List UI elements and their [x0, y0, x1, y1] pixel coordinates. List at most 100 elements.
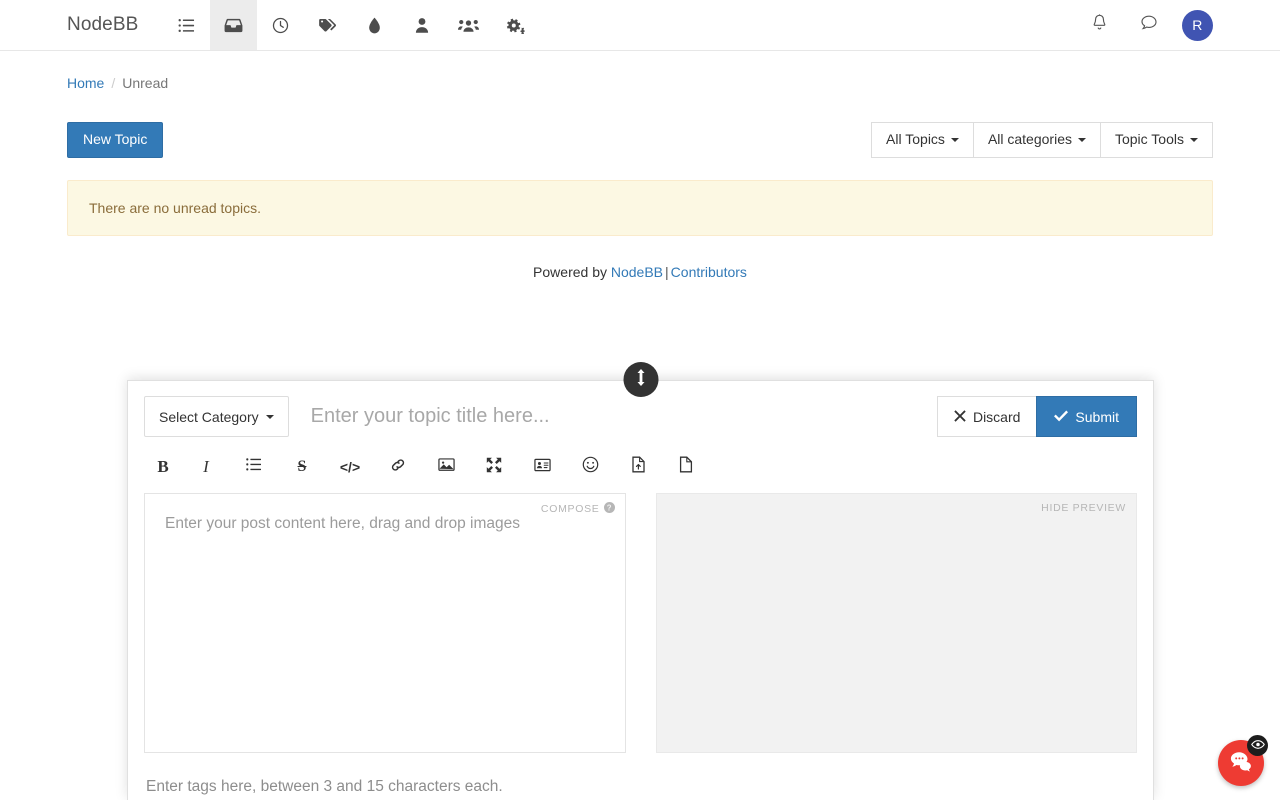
compose-label: COMPOSE	[541, 503, 600, 515]
code-icon: </>	[340, 459, 360, 475]
nav-item-tags[interactable]	[304, 0, 351, 50]
fire-icon	[368, 17, 381, 34]
breadcrumb-separator: /	[111, 75, 115, 91]
smiley-icon	[582, 456, 599, 478]
expand-icon	[486, 457, 502, 478]
comment-icon	[1140, 14, 1158, 37]
nav-item-groups[interactable]	[445, 0, 492, 50]
cogs-icon	[506, 17, 525, 34]
fullscreen-button[interactable]	[470, 453, 518, 481]
footer-powered-by: Powered by	[533, 264, 607, 280]
no-unread-alert: There are no unread topics.	[67, 180, 1213, 236]
composer-panes: COMPOSE ? HIDE PREVIEW	[144, 493, 1137, 767]
navbar-right-group: R	[1075, 0, 1213, 50]
nav-item-unread[interactable]	[210, 0, 257, 50]
all-categories-label: All categories	[988, 132, 1072, 147]
brand-logo[interactable]: NodeBB	[67, 0, 163, 50]
breadcrumb: Home / Unread	[67, 51, 1213, 105]
tags-icon	[318, 17, 337, 34]
file-icon	[679, 456, 693, 478]
chevron-down-icon	[1078, 138, 1086, 142]
topic-title-input[interactable]	[289, 396, 937, 437]
bold-button[interactable]: B	[144, 453, 182, 481]
arrows-v-icon	[636, 369, 645, 391]
main-navbar: NodeBB	[0, 0, 1280, 51]
hide-preview-toggle[interactable]: HIDE PREVIEW	[1041, 502, 1126, 514]
bold-icon: B	[157, 457, 168, 477]
compose-help-toggle[interactable]: COMPOSE ?	[541, 502, 615, 516]
chevron-down-icon	[951, 138, 959, 142]
list-icon	[178, 17, 195, 34]
footer-contributors-link[interactable]: Contributors	[671, 264, 747, 280]
code-button[interactable]: </>	[326, 453, 374, 481]
topic-filter-group: All Topics All categories Topic Tools	[872, 122, 1213, 158]
nav-item-recent[interactable]	[257, 0, 304, 50]
topic-tools-dropdown[interactable]: Topic Tools	[1100, 122, 1213, 158]
attach-file-button[interactable]	[662, 453, 710, 481]
close-icon	[954, 409, 966, 425]
clock-icon	[272, 17, 289, 34]
italic-icon: I	[203, 457, 209, 477]
picture-button[interactable]	[422, 453, 470, 481]
user-avatar[interactable]: R	[1182, 10, 1213, 41]
new-topic-button[interactable]: New Topic	[67, 122, 163, 158]
breadcrumb-home[interactable]: Home	[67, 75, 104, 91]
chevron-down-icon	[266, 415, 274, 419]
nav-item-admin[interactable]	[492, 0, 539, 50]
nav-item-categories[interactable]	[163, 0, 210, 50]
svg-text:?: ?	[606, 503, 611, 512]
composer-title-row: Select Category Discard	[144, 396, 1137, 437]
chevron-down-icon	[1190, 138, 1198, 142]
all-topics-label: All Topics	[886, 132, 945, 147]
contact-card-icon	[534, 458, 551, 477]
preview-pane: HIDE PREVIEW	[656, 493, 1138, 753]
question-circle-icon: ?	[604, 502, 615, 516]
select-category-dropdown[interactable]: Select Category	[144, 396, 289, 437]
emoji-button[interactable]	[566, 453, 614, 481]
upload-file-button[interactable]	[614, 453, 662, 481]
nav-item-users[interactable]	[398, 0, 445, 50]
tags-row	[144, 767, 1137, 797]
composer-resize-handle[interactable]	[623, 362, 658, 397]
strikethrough-button[interactable]: S	[278, 453, 326, 481]
inbox-icon	[224, 17, 243, 34]
nav-item-popular[interactable]	[351, 0, 398, 50]
chat-bubble-icon	[1229, 750, 1253, 777]
picture-icon	[438, 457, 455, 477]
link-button[interactable]	[374, 453, 422, 481]
select-category-label: Select Category	[159, 409, 259, 425]
breadcrumb-current: Unread	[122, 75, 168, 91]
floating-chat-button[interactable]	[1218, 740, 1264, 786]
chat-visibility-badge[interactable]	[1247, 735, 1268, 756]
composer-panel: Select Category Discard	[127, 380, 1154, 800]
formatting-toolbar: B I S </>	[144, 437, 1137, 493]
link-icon	[390, 457, 406, 478]
file-upload-icon	[631, 456, 646, 478]
user-icon	[415, 17, 429, 34]
check-icon	[1054, 409, 1068, 425]
composer-inner: Select Category Discard	[128, 381, 1153, 797]
bell-icon	[1091, 14, 1108, 37]
notifications-button[interactable]	[1075, 0, 1124, 51]
navbar-left-group: NodeBB	[0, 0, 539, 50]
write-pane: COMPOSE ?	[144, 493, 626, 753]
all-topics-dropdown[interactable]: All Topics	[871, 122, 974, 158]
chat-button[interactable]	[1124, 0, 1173, 51]
all-categories-dropdown[interactable]: All categories	[973, 122, 1101, 158]
list-button[interactable]	[230, 453, 278, 481]
mention-button[interactable]	[518, 453, 566, 481]
submit-button[interactable]: Submit	[1036, 396, 1137, 437]
submit-label: Submit	[1075, 409, 1119, 425]
footer-pipe: |	[663, 264, 671, 280]
post-content-input[interactable]	[145, 494, 625, 752]
site-footer: Powered by NodeBB|Contributors	[67, 236, 1213, 280]
topic-toolbar: New Topic All Topics All categories Topi…	[67, 105, 1213, 158]
strikethrough-icon: S	[298, 458, 307, 476]
footer-nodebb-link[interactable]: NodeBB	[611, 264, 663, 280]
list-icon	[246, 457, 262, 477]
users-icon	[458, 17, 479, 34]
italic-button[interactable]: I	[182, 453, 230, 481]
discard-label: Discard	[973, 409, 1020, 425]
tags-input[interactable]	[144, 777, 1137, 797]
discard-button[interactable]: Discard	[937, 396, 1037, 437]
